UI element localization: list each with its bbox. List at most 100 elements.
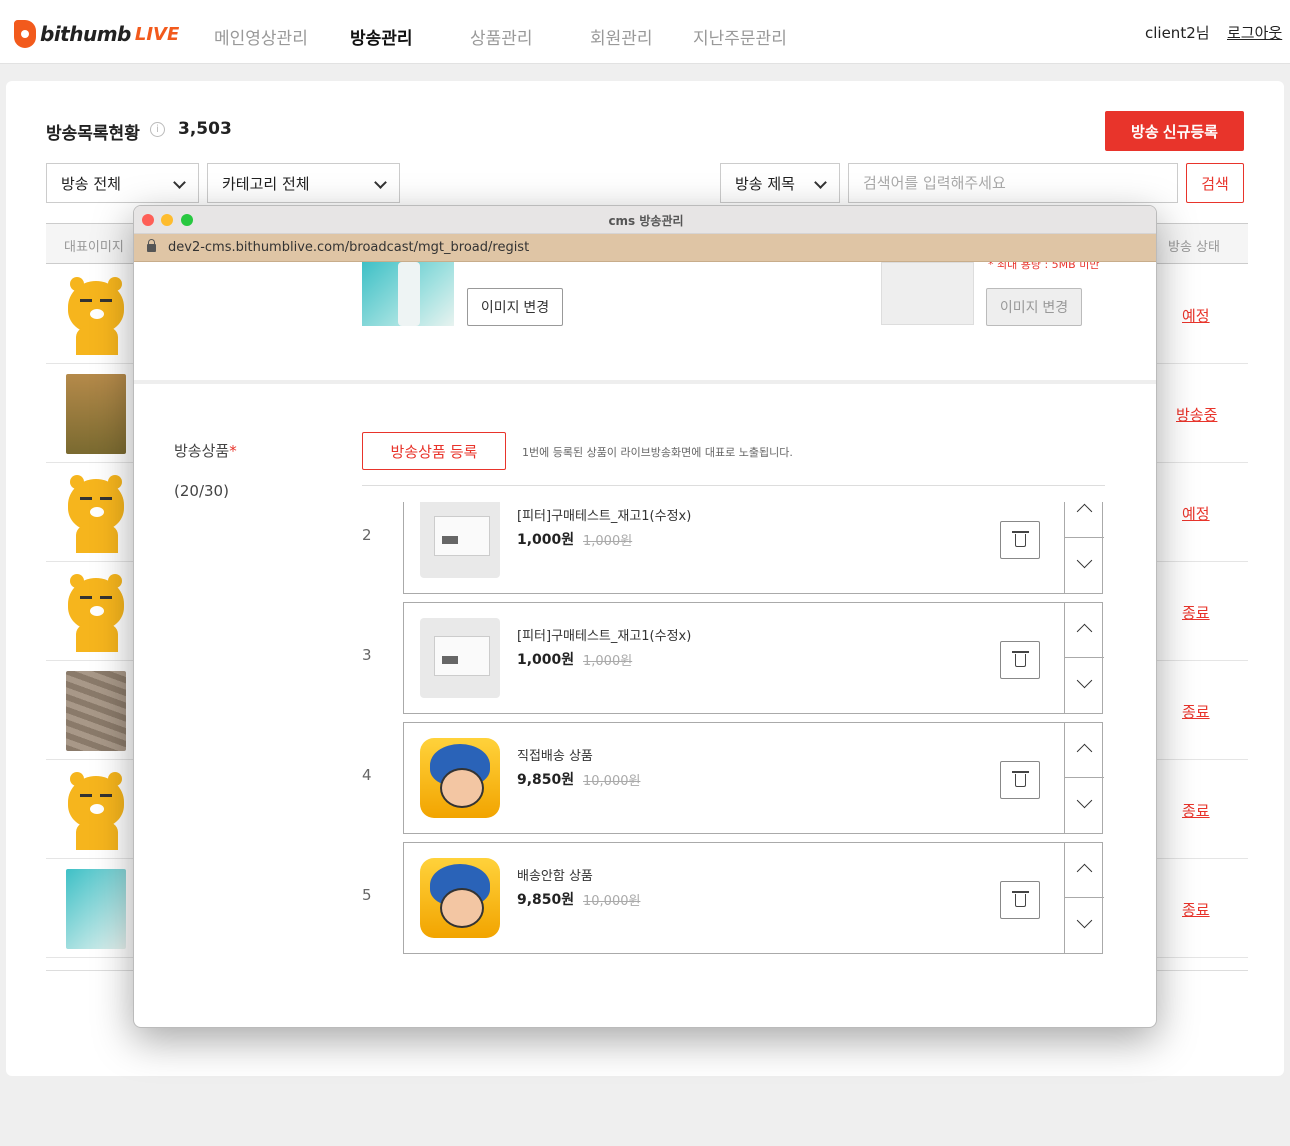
required-mark: * [229, 442, 237, 460]
product-original-price: 10,000원 [583, 894, 641, 909]
item-index: 2 [362, 526, 372, 544]
product-name: 배송안함 상품 [517, 869, 593, 884]
trash-icon [1012, 891, 1029, 893]
move-down-button[interactable] [1065, 538, 1104, 593]
chevron-down-icon [1076, 672, 1093, 689]
nav-past-orders[interactable]: 지난주문관리 [693, 24, 787, 49]
top-bar: bithumb LIVE 메인영상관리 방송관리 상품관리 회원관리 지난주문관… [0, 0, 1290, 64]
move-up-button[interactable] [1065, 603, 1104, 658]
brick-thumbnail [66, 671, 126, 751]
status-link[interactable]: 종료 [1182, 602, 1210, 623]
product-count: (20/30) [174, 482, 229, 500]
reorder-controls [1064, 502, 1104, 593]
delete-button[interactable] [1000, 881, 1040, 919]
status-link[interactable]: 종료 [1182, 899, 1210, 920]
empty-image-preview [881, 262, 974, 325]
logout-link[interactable]: 로그아웃 [1227, 22, 1282, 43]
url-text: dev2-cms.bithumblive.com/broadcast/mgt_b… [168, 240, 530, 255]
register-product-button[interactable]: 방송상품 등록 [362, 432, 506, 470]
category-filter-value: 카테고리 전체 [222, 175, 310, 193]
chevron-down-icon [814, 176, 827, 189]
ryan-thumbnail [66, 473, 126, 553]
divider-line [362, 485, 1105, 486]
search-type-select[interactable]: 방송 제목 [720, 163, 840, 203]
product-item: 5 배송안함 상품 9,850원 10,000원 [362, 842, 1106, 954]
chevron-down-icon [173, 176, 186, 189]
window-titlebar: cms 방송관리 [134, 206, 1156, 234]
trash-icon [1012, 531, 1029, 533]
nav-broadcast[interactable]: 방송관리 [350, 24, 413, 49]
category-filter-select[interactable]: 카테고리 전체 [207, 163, 400, 203]
product-price: 9,850원 [517, 892, 575, 908]
product-name: [피터]구매테스트_재고1(수정x) [517, 629, 692, 644]
painting-thumbnail [66, 374, 126, 454]
chevron-up-icon [1076, 623, 1093, 640]
move-down-button[interactable] [1065, 658, 1104, 713]
product-name: 직접배송 상품 [517, 749, 593, 764]
section-divider [134, 380, 1156, 384]
status-link[interactable]: 예정 [1182, 305, 1210, 326]
logo-text: bithumb [40, 22, 131, 46]
product-label-text: 방송상품 [174, 442, 230, 460]
info-icon[interactable]: i [150, 122, 165, 137]
search-input[interactable] [848, 163, 1178, 203]
product-image [420, 738, 500, 818]
bithumb-live-logo[interactable]: bithumb LIVE [14, 20, 179, 48]
nav-main-video[interactable]: 메인영상관리 [214, 24, 308, 49]
new-broadcast-button[interactable]: 방송 신규등록 [1105, 111, 1244, 151]
main-image-preview [362, 262, 454, 326]
item-index: 5 [362, 886, 372, 904]
logo-live-text: LIVE [134, 23, 180, 45]
delete-button[interactable] [1000, 761, 1040, 799]
move-up-button[interactable] [1065, 502, 1104, 538]
delete-button[interactable] [1000, 641, 1040, 679]
bithumb-logo-icon [14, 20, 36, 48]
product-card: [피터]구매테스트_재고1(수정x) 1,000원 1,000원 [403, 602, 1104, 714]
change-image-button-disabled[interactable]: 이미지 변경 [986, 288, 1082, 326]
size-note: * 최대 용량 : 5MB 미만 [988, 262, 1100, 271]
search-button[interactable]: 검색 [1186, 163, 1244, 203]
col-image-header: 대표이미지 [64, 240, 124, 255]
move-down-button[interactable] [1065, 898, 1104, 953]
chevron-up-icon [1076, 863, 1093, 880]
popup-browser-window: cms 방송관리 dev2-cms.bithumblive.com/broadc… [133, 205, 1157, 1028]
product-original-price: 1,000원 [583, 534, 633, 549]
product-price: 1,000원 [517, 532, 575, 548]
chevron-up-icon [1076, 503, 1093, 520]
move-down-button[interactable] [1065, 778, 1104, 833]
delete-button[interactable] [1000, 521, 1040, 559]
col-status-header: 방송 상태 [1168, 240, 1220, 255]
chevron-up-icon [1076, 743, 1093, 760]
status-link[interactable]: 예정 [1182, 503, 1210, 524]
trash-icon [1012, 651, 1029, 653]
product-item: 2 [피터]구매테스트_재고1(수정x) 1,000원 1,000원 [362, 502, 1106, 594]
item-index: 4 [362, 766, 372, 784]
chevron-down-icon [1076, 552, 1093, 569]
item-index: 3 [362, 646, 372, 664]
product-original-price: 1,000원 [583, 654, 633, 669]
status-link[interactable]: 종료 [1182, 701, 1210, 722]
broadcast-filter-select[interactable]: 방송 전체 [46, 163, 199, 203]
url-bar[interactable]: dev2-cms.bithumblive.com/broadcast/mgt_b… [134, 234, 1156, 262]
change-image-button[interactable]: 이미지 변경 [467, 288, 563, 326]
move-up-button[interactable] [1065, 843, 1104, 898]
ryan-thumbnail [66, 770, 126, 850]
register-note: 1번에 등록된 상품이 라이브방송화면에 대표로 노출됩니다. [522, 446, 793, 459]
nav-members[interactable]: 회원관리 [590, 24, 653, 49]
product-card: 직접배송 상품 9,850원 10,000원 [403, 722, 1104, 834]
chevron-down-icon [1076, 792, 1093, 809]
status-link[interactable]: 종료 [1182, 800, 1210, 821]
product-item: 3 [피터]구매테스트_재고1(수정x) 1,000원 1,000원 [362, 602, 1106, 714]
reorder-controls [1064, 843, 1104, 953]
product-price: 9,850원 [517, 772, 575, 788]
status-link[interactable]: 방송중 [1176, 404, 1217, 425]
product-image [420, 618, 500, 698]
ryan-thumbnail [66, 275, 126, 355]
move-up-button[interactable] [1065, 723, 1104, 778]
product-card: [피터]구매테스트_재고1(수정x) 1,000원 1,000원 [403, 502, 1104, 594]
product-price: 1,000원 [517, 652, 575, 668]
chevron-down-icon [374, 176, 387, 189]
product-item: 4 직접배송 상품 9,850원 10,000원 [362, 722, 1106, 834]
window-title: cms 방송관리 [608, 214, 684, 228]
nav-products[interactable]: 상품관리 [470, 24, 533, 49]
